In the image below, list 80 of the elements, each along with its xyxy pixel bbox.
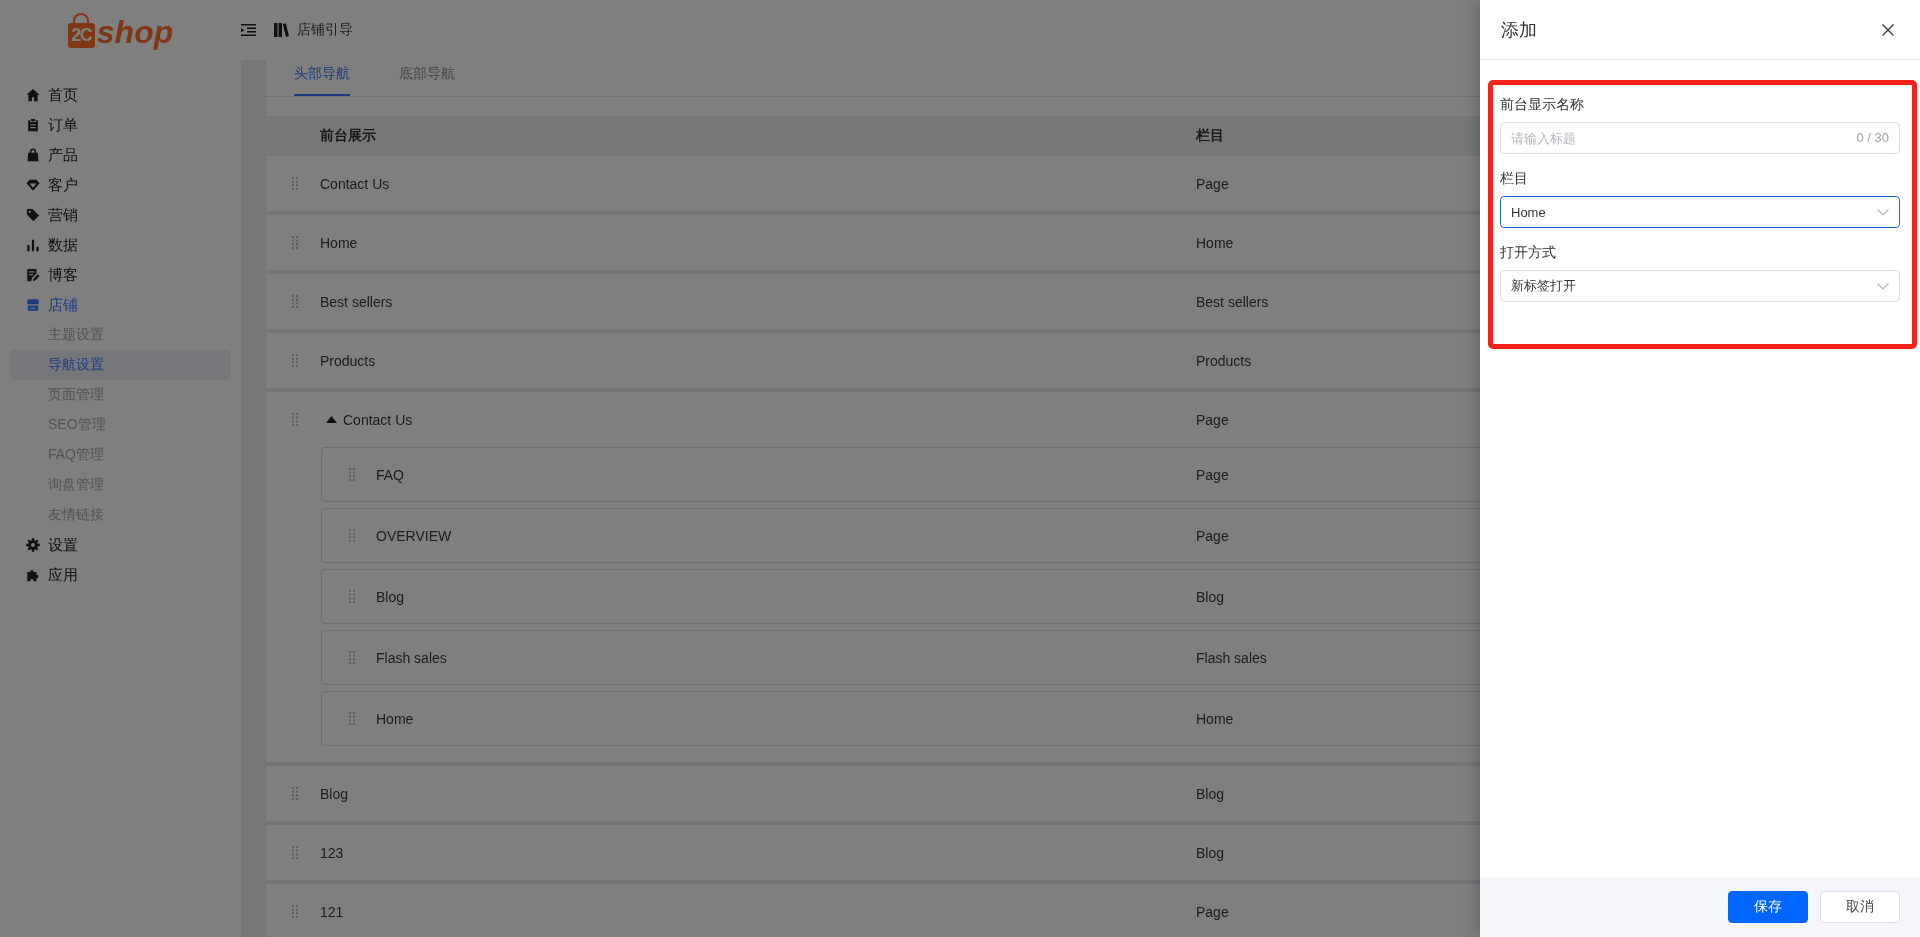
logo-mark: 2C: [67, 12, 95, 48]
close-icon[interactable]: [1882, 23, 1894, 36]
table-cell: Blog: [1196, 844, 1225, 861]
sidebar-item[interactable]: 博客: [0, 260, 241, 290]
table-cell: FAQ: [376, 466, 404, 483]
table-cell: Best sellers: [1196, 293, 1269, 310]
save-button[interactable]: 保存: [1728, 891, 1808, 923]
select-field[interactable]: Home: [1500, 196, 1900, 228]
sidebar-item[interactable]: 订单: [0, 110, 241, 140]
drag-handle-icon[interactable]: [349, 712, 355, 725]
clipboard-icon: [26, 118, 40, 132]
table-cell: Home: [1196, 234, 1234, 251]
table-cell: Best sellers: [320, 293, 393, 310]
table-cell: Contact Us: [343, 411, 413, 428]
chevron-down-icon: [1877, 208, 1889, 216]
table-cell: Home: [320, 234, 358, 251]
drag-handle-icon[interactable]: [292, 413, 298, 426]
menu-fold-icon[interactable]: [241, 24, 256, 36]
column-header: 栏目: [1196, 127, 1224, 145]
table-cell: Flash sales: [1196, 649, 1267, 666]
drag-handle-icon[interactable]: [349, 590, 355, 603]
sidebar-item[interactable]: 客户: [0, 170, 241, 200]
drag-handle-icon[interactable]: [292, 905, 298, 918]
breadcrumb-text: 店铺引导: [297, 21, 353, 39]
cancel-button[interactable]: 取消: [1820, 891, 1900, 923]
note-pencil-icon: [26, 268, 40, 282]
table-cell: Page: [1196, 175, 1229, 192]
tab[interactable]: 头部导航: [294, 60, 350, 96]
field-label: 前台显示名称: [1500, 95, 1585, 114]
caret-up-icon[interactable]: [326, 416, 337, 423]
drag-handle-icon[interactable]: [292, 236, 298, 249]
drag-handle-icon[interactable]: [292, 846, 298, 859]
table-cell: Blog: [320, 785, 349, 802]
table-cell: Page: [1196, 527, 1229, 544]
table-cell: Blog: [1196, 785, 1225, 802]
field-label: 打开方式: [1500, 243, 1557, 262]
table-cell: Page: [1196, 466, 1229, 483]
table-cell: Blog: [1196, 588, 1225, 605]
column-header: 前台展示: [320, 127, 376, 145]
table-cell: Products: [320, 352, 376, 369]
table-cell: Home: [376, 710, 414, 727]
tag-icon: [26, 208, 40, 222]
drag-handle-icon[interactable]: [349, 529, 355, 542]
sidebar-item[interactable]: 应用: [0, 560, 241, 590]
store-icon: [26, 298, 40, 312]
home-icon: [26, 88, 40, 102]
table-cell: Page: [1196, 903, 1229, 920]
table-cell: OVERVIEW: [376, 527, 452, 544]
drag-handle-icon[interactable]: [292, 295, 298, 308]
sidebar-item[interactable]: 店铺: [0, 290, 241, 320]
bag-icon: [26, 148, 40, 162]
drag-handle-icon[interactable]: [292, 354, 298, 367]
diamond-icon: [26, 178, 40, 192]
books-icon: [274, 23, 289, 37]
sidebar-item[interactable]: 营销: [0, 200, 241, 230]
drag-handle-icon[interactable]: [292, 177, 298, 190]
sidebar-item[interactable]: 首页: [0, 80, 241, 110]
table-cell: Home: [1196, 710, 1234, 727]
logo-text: shop: [96, 16, 174, 48]
sidebar-item[interactable]: 设置: [0, 530, 241, 560]
select-field[interactable]: 新标签打开: [1500, 270, 1900, 302]
puzzle-icon: [26, 568, 40, 582]
character-count: 0 / 30: [1856, 130, 1889, 146]
table-cell: Products: [1196, 352, 1252, 369]
table-cell: Blog: [376, 588, 405, 605]
field-label: 栏目: [1500, 169, 1529, 188]
table-cell: 123: [320, 844, 344, 861]
drag-handle-icon[interactable]: [349, 651, 355, 664]
table-cell: 121: [320, 903, 344, 920]
table-cell: Flash sales: [376, 649, 447, 666]
drag-handle-icon[interactable]: [292, 787, 298, 800]
sidebar-item[interactable]: 数据: [0, 230, 241, 260]
drag-handle-icon[interactable]: [349, 468, 355, 481]
gear-icon: [26, 538, 40, 552]
sidebar-item[interactable]: 产品: [0, 140, 241, 170]
drawer-title: 添加: [1501, 18, 1537, 42]
table-cell: Contact Us: [320, 175, 390, 192]
table-cell: Page: [1196, 411, 1229, 428]
bar-chart-icon: [26, 238, 40, 252]
chevron-down-icon: [1877, 282, 1889, 290]
